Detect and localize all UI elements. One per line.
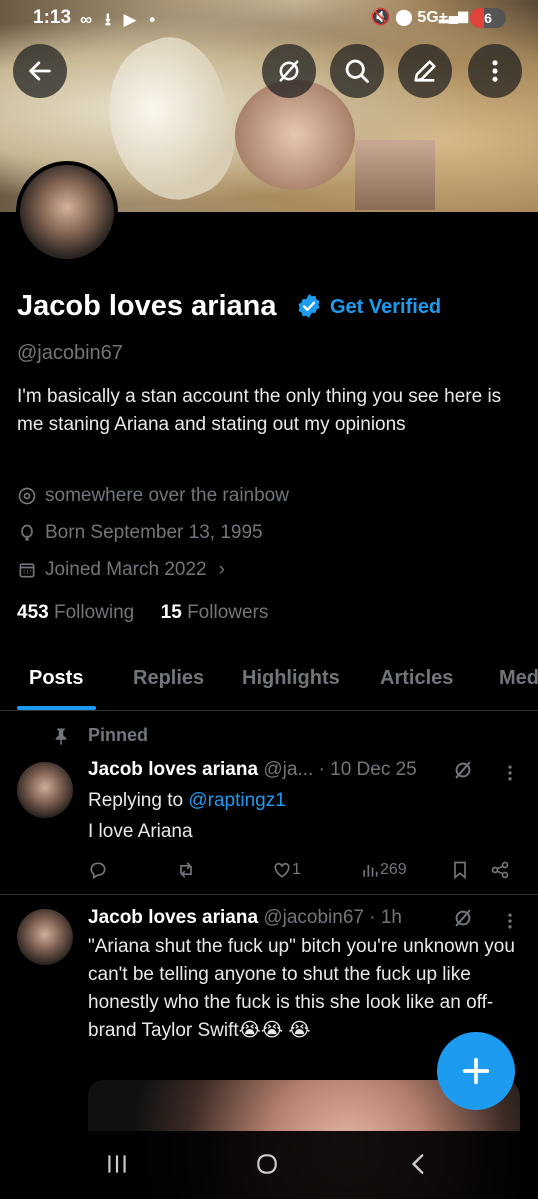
repost-icon (180, 862, 192, 878)
birthday-text: Born September 13, 1995 (45, 522, 263, 543)
bookmark-icon (454, 861, 466, 880)
more-vertical-icon (492, 60, 498, 82)
reply-button[interactable] (88, 860, 108, 880)
tab-highlights[interactable]: Highlights (242, 667, 340, 690)
plus-icon (462, 1057, 490, 1085)
share-icon (491, 861, 509, 879)
profile-name: Jacob loves ariana (17, 290, 277, 322)
post-handle-time: @ja... · 10 Dec 25 (263, 759, 417, 780)
back-nav-icon[interactable] (406, 1151, 432, 1177)
home-icon[interactable] (254, 1151, 280, 1177)
status-icons: 🔇 ⬤ 5G+ (370, 9, 448, 26)
joined-text: Joined March 2022 (45, 559, 207, 580)
back-button[interactable] (13, 44, 67, 98)
more-vertical-icon[interactable] (500, 911, 520, 931)
search-icon (345, 59, 369, 83)
arrow-left-icon (29, 61, 51, 81)
reply-to-link[interactable]: @raptingz1 (188, 790, 285, 811)
followers-link[interactable]: 15 Followers (161, 602, 269, 623)
grok-icon[interactable] (452, 907, 474, 929)
verified-badge-icon[interactable] (296, 293, 322, 319)
follow-counts: 453 Following 15 Followers (17, 602, 268, 624)
post-author[interactable]: Jacob loves ariana (88, 759, 258, 780)
post-handle-time: @jacobin67 · 1h (263, 907, 402, 928)
location-row: somewhere over the rainbow (17, 485, 289, 507)
profile-bio: I'm basically a stan account the only th… (17, 386, 502, 435)
grok-icon (279, 60, 299, 82)
pencil-icon (414, 60, 436, 82)
more-vertical-icon[interactable] (500, 763, 520, 783)
get-verified-link[interactable]: Get Verified (330, 296, 441, 319)
like-button[interactable]: 1 (272, 860, 301, 880)
bar-chart-icon (363, 865, 378, 877)
views-button[interactable]: 269 (360, 860, 407, 880)
tab-replies[interactable]: Replies (133, 667, 204, 690)
pinned-post[interactable]: Pinned Jacob loves ariana @ja... · 10 De… (0, 711, 538, 894)
chevron-right-icon: › (218, 559, 225, 580)
repost-button[interactable] (176, 860, 196, 880)
heart-icon (274, 862, 290, 878)
avatar[interactable] (17, 909, 73, 965)
location-pin-icon (18, 487, 36, 505)
post-text: I love Ariana (88, 821, 193, 842)
battery-icon: 6 (470, 8, 506, 28)
signal-icon: ▂▄▆ (438, 8, 468, 23)
grok-icon[interactable] (452, 759, 474, 781)
tab-posts[interactable]: Posts (29, 667, 83, 690)
edit-button[interactable] (398, 44, 452, 98)
status-time: 1:13 (33, 7, 72, 28)
pinned-label: Pinned (88, 725, 149, 745)
compose-button[interactable] (437, 1032, 515, 1110)
profile-handle: @jacobin67 (17, 342, 123, 364)
avatar[interactable] (17, 762, 73, 818)
balloon-icon (21, 524, 33, 541)
post-header: Jacob loves ariana @jacobin67 · 1h (88, 907, 402, 929)
post-header: Jacob loves ariana @ja... · 10 Dec 25 (88, 759, 417, 781)
system-nav-bar (0, 1131, 538, 1199)
notification-icons: ∞ ⭳ ▶ • (80, 10, 160, 29)
birthday-row: Born September 13, 1995 (17, 522, 263, 544)
status-bar: 1:13 ∞ ⭳ ▶ • 🔇 ⬤ 5G+ ▂▄▆ 6 (0, 0, 538, 34)
active-tab-indicator (17, 706, 96, 710)
calendar-icon (19, 563, 35, 578)
more-button[interactable] (468, 44, 522, 98)
share-button[interactable] (490, 860, 510, 880)
comment-icon (90, 862, 106, 879)
like-count: 1 (292, 861, 301, 878)
search-button[interactable] (330, 44, 384, 98)
tab-articles[interactable]: Articles (380, 667, 453, 690)
location-text: somewhere over the rainbow (45, 485, 289, 506)
grok-button[interactable] (262, 44, 316, 98)
recent-apps-icon[interactable] (104, 1151, 130, 1177)
view-count: 269 (380, 861, 407, 878)
post-actions: 1 269 (88, 860, 518, 884)
pin-icon (55, 728, 67, 745)
post-author[interactable]: Jacob loves ariana (88, 907, 258, 928)
joined-row[interactable]: Joined March 2022 › (17, 559, 225, 581)
reply-context: Replying to @raptingz1 (88, 790, 286, 811)
tab-media[interactable]: Med (499, 667, 538, 690)
profile-avatar[interactable] (16, 161, 118, 263)
bookmark-button[interactable] (450, 860, 470, 880)
profile-tabs: Posts Replies Highlights Articles Med (0, 650, 538, 711)
post-text: "Ariana shut the fuck up" bitch you're u… (88, 936, 515, 1041)
following-link[interactable]: 453 Following (17, 602, 134, 623)
